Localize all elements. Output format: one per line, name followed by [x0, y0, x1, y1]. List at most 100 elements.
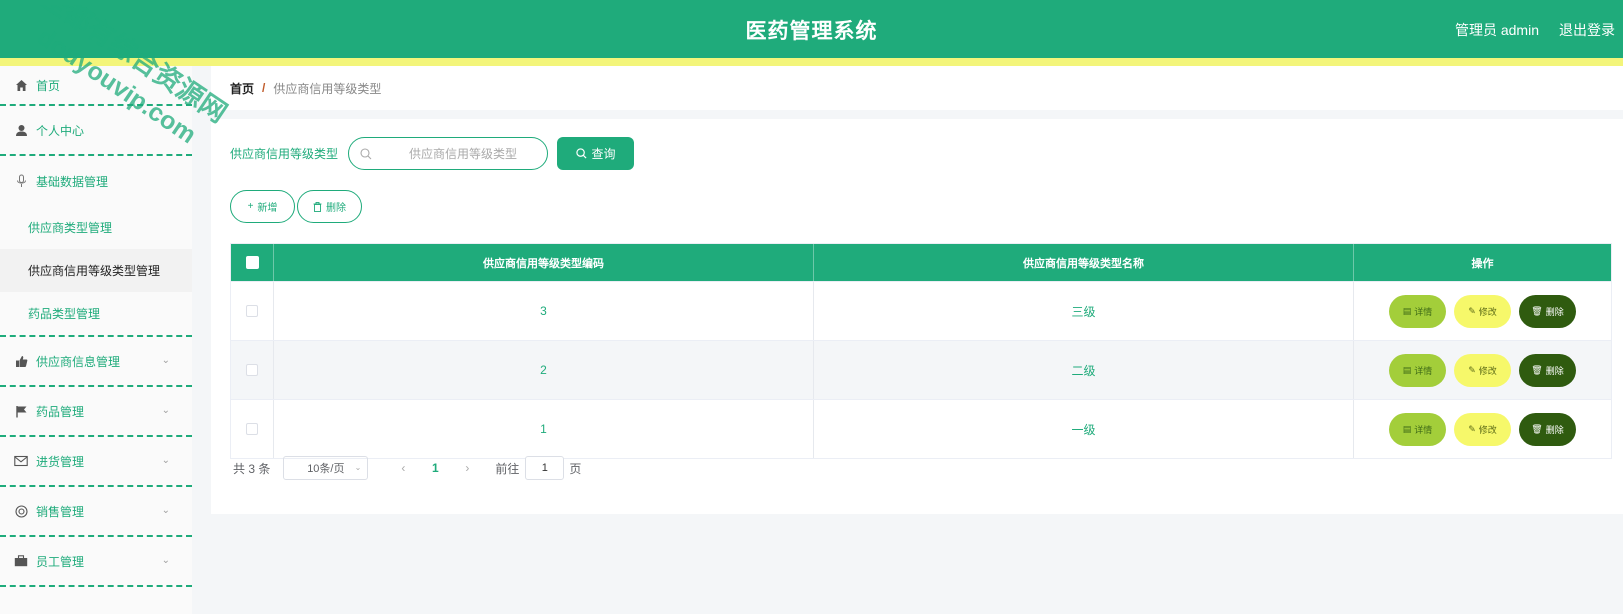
chevron-down-icon: ⌄	[161, 555, 170, 566]
pagination: 共 3 条 10条/页 ⌄ ‹ 1 › 前往 页	[233, 456, 581, 480]
detail-button[interactable]: ▤ 详情	[1389, 412, 1446, 446]
sidebar-item-label: 供应商信息管理	[36, 354, 121, 369]
sidebar-item-label: 基础数据管理	[36, 174, 109, 189]
edit-label: 修改	[1478, 306, 1497, 317]
detail-label: 详情	[1414, 424, 1433, 435]
sidebar-subitem-supplier-type[interactable]: 供应商类型管理	[0, 206, 192, 249]
home-icon	[14, 78, 28, 92]
page-number-current[interactable]: 1	[420, 461, 450, 475]
delete-button[interactable]: 🗑 删除	[1519, 412, 1576, 446]
sidebar-subitem-drug-type[interactable]: 药品类型管理	[0, 292, 192, 335]
sidebar-item-label: 首页	[36, 78, 61, 93]
chevron-down-icon: ⌄	[161, 405, 170, 416]
sidebar-item-sales[interactable]: 销售管理 ⌄	[0, 487, 192, 537]
row-checkbox[interactable]	[246, 423, 258, 435]
sidebar-item-label: 进货管理	[36, 454, 85, 469]
edit-icon: ✎	[1468, 423, 1476, 434]
search-icon	[575, 148, 587, 159]
search-label: 供应商信用等级类型	[230, 147, 339, 161]
column-header-code: 供应商信用等级类型编码	[274, 244, 814, 281]
trash-icon: 🗑	[1531, 364, 1543, 375]
cell-ops: ▤ 详情 ✎ 修改 🗑 删除	[1354, 282, 1611, 340]
cell-ops: ▤ 详情 ✎ 修改 🗑 删除	[1354, 341, 1611, 399]
sidebar-item-purchase[interactable]: 进货管理 ⌄	[0, 437, 192, 487]
edit-button[interactable]: ✎ 修改	[1454, 412, 1511, 446]
detail-label: 详情	[1414, 306, 1433, 317]
batch-delete-button[interactable]: 删除	[297, 190, 362, 223]
action-buttons: + 新增 删除	[230, 190, 362, 223]
app-title: 医药管理系统	[745, 20, 878, 43]
header-checkbox-cell	[231, 244, 274, 281]
breadcrumb: 首页 / 供应商信用等级类型	[211, 66, 1623, 110]
trash-icon: 🗑	[1531, 305, 1543, 316]
chevron-down-icon: ⌄	[354, 463, 362, 472]
add-button[interactable]: + 新增	[230, 190, 295, 223]
row-checkbox[interactable]	[246, 305, 258, 317]
sidebar-item-home[interactable]: 首页	[0, 66, 192, 106]
top-right-links: 管理员 admin 退出登录	[1455, 20, 1615, 40]
sidebar-item-profile[interactable]: 个人中心	[0, 106, 192, 156]
delete-button[interactable]: 🗑 删除	[1519, 353, 1576, 387]
sidebar-item-label: 员工管理	[36, 554, 85, 569]
goto-page-input[interactable]	[525, 456, 565, 480]
trash-icon: 🗑	[1531, 423, 1543, 434]
column-header-name: 供应商信用等级类型名称	[814, 244, 1354, 281]
goto-label: 前往	[495, 461, 520, 476]
sidebar-item-supplier-info[interactable]: 供应商信息管理 ⌄	[0, 337, 192, 387]
select-all-checkbox[interactable]	[245, 256, 259, 269]
row-checkbox-cell	[231, 282, 274, 340]
search-input[interactable]	[349, 138, 548, 169]
document-icon: ▤	[1402, 364, 1412, 375]
sidebar-item-drug[interactable]: 药品管理 ⌄	[0, 387, 192, 437]
edit-label: 修改	[1478, 365, 1497, 376]
trash-icon	[313, 201, 322, 212]
sidebar-item-label: 药品管理	[36, 404, 85, 419]
sidebar-subitem-credit-level-type[interactable]: 供应商信用等级类型管理	[0, 249, 192, 292]
page-size-select[interactable]: 10条/页 ⌄	[283, 456, 369, 480]
row-checkbox[interactable]	[246, 364, 258, 376]
search-form: 供应商信用等级类型 查询	[230, 137, 635, 170]
document-icon: ▤	[1402, 423, 1412, 434]
submenu-base-data: 供应商类型管理 供应商信用等级类型管理 药品类型管理	[0, 206, 192, 335]
breadcrumb-current: 供应商信用等级类型	[273, 81, 382, 96]
table-row: 1 一级 ▤ 详情 ✎ 修改 🗑 删除	[231, 399, 1611, 458]
search-input-wrapper	[348, 137, 549, 170]
row-checkbox-cell	[231, 400, 274, 458]
microphone-icon	[14, 174, 28, 188]
edit-button[interactable]: ✎ 修改	[1454, 353, 1511, 387]
edit-icon: ✎	[1468, 305, 1476, 316]
cell-code: 3	[274, 282, 814, 340]
edit-label: 修改	[1478, 424, 1497, 435]
thumbs-up-icon	[14, 354, 28, 368]
prev-page-button[interactable]: ‹	[386, 461, 420, 475]
delete-label: 删除	[1545, 424, 1564, 435]
delete-label: 删除	[1545, 365, 1564, 376]
cell-ops: ▤ 详情 ✎ 修改 🗑 删除	[1354, 400, 1611, 458]
cell-name: 三级	[814, 282, 1354, 340]
chevron-down-icon: ⌄	[161, 455, 170, 466]
detail-button[interactable]: ▤ 详情	[1389, 353, 1446, 387]
sidebar-item-staff[interactable]: 员工管理 ⌄	[0, 537, 192, 587]
search-icon	[360, 147, 372, 165]
sidebar-item-label: 销售管理	[36, 504, 85, 519]
sidebar-group-base-data: 基础数据管理 供应商类型管理 供应商信用等级类型管理 药品类型管理	[0, 156, 192, 337]
table-row: 2 二级 ▤ 详情 ✎ 修改 🗑 删除	[231, 340, 1611, 399]
plus-icon: +	[247, 201, 254, 212]
delete-button[interactable]: 🗑 删除	[1519, 294, 1576, 328]
chevron-down-icon: ⌄	[161, 355, 170, 366]
sidebar-item-label: 个人中心	[36, 123, 85, 138]
logout-link[interactable]: 退出登录	[1559, 20, 1615, 40]
edit-icon: ✎	[1468, 364, 1476, 375]
page-suffix-label: 页	[569, 461, 582, 476]
edit-button[interactable]: ✎ 修改	[1454, 294, 1511, 328]
add-button-label: 新增	[257, 203, 278, 214]
sidebar-item-base-data[interactable]: 基础数据管理	[0, 156, 192, 206]
breadcrumb-home[interactable]: 首页	[230, 80, 254, 97]
delete-label: 删除	[1545, 306, 1564, 317]
detail-button[interactable]: ▤ 详情	[1389, 294, 1446, 328]
next-page-button[interactable]: ›	[450, 461, 484, 475]
user-name[interactable]: 管理员 admin	[1455, 20, 1539, 40]
column-header-ops: 操作	[1471, 257, 1494, 270]
table-header: 供应商信用等级类型编码 供应商信用等级类型名称 操作	[231, 244, 1611, 281]
query-button[interactable]: 查询	[557, 137, 635, 170]
